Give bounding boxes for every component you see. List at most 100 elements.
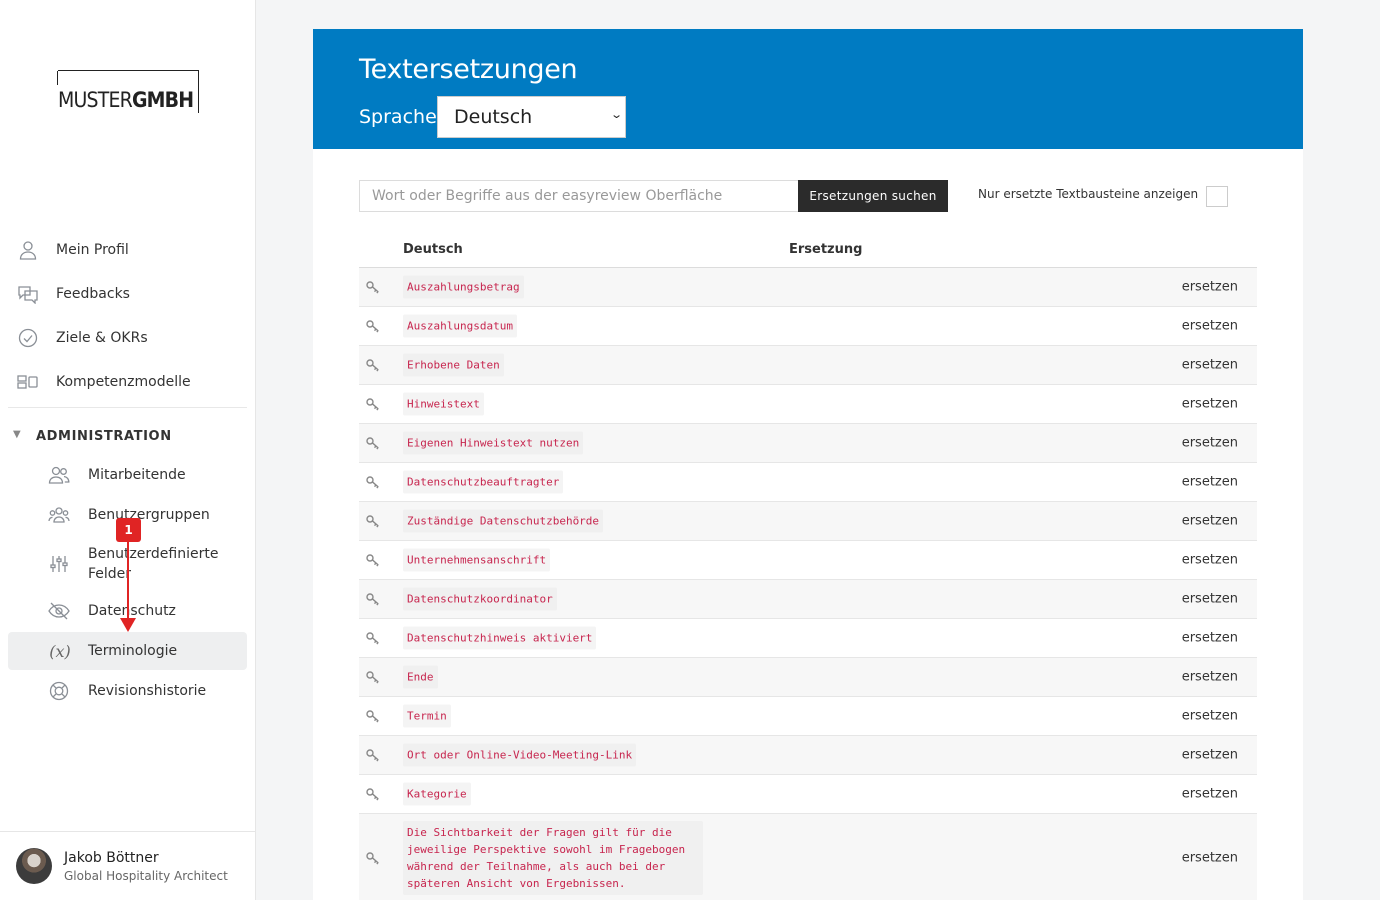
only-replaced-checkbox[interactable] — [1206, 186, 1228, 207]
triangle-down-icon: ▼ — [13, 429, 22, 440]
key-icon — [365, 630, 381, 646]
term-text: Zuständige Datenschutzbehörde — [403, 509, 604, 533]
key-icon — [365, 669, 381, 685]
table-row: Datenschutzhinweis aktiviert ersetzen — [359, 619, 1257, 658]
replace-link[interactable]: ersetzen — [1182, 475, 1238, 490]
column-header-ersetzung: Ersetzung — [789, 242, 863, 257]
lifebuoy-icon — [48, 680, 70, 702]
key-icon — [365, 552, 381, 568]
user-profile[interactable]: Jakob Böttner Global Hospitality Archite… — [0, 831, 255, 900]
key-icon — [365, 786, 381, 802]
term-text: Hinweistext — [403, 392, 484, 416]
page-title: Textersetzungen — [359, 54, 578, 85]
key-icon — [365, 279, 381, 295]
nav-terminologie[interactable]: (x) Terminologie — [8, 632, 247, 670]
term-text: Die Sichtbarkeit der Fragen gilt für die… — [403, 820, 703, 895]
table-row: Datenschutzbeauftragter ersetzen — [359, 463, 1257, 502]
replace-link[interactable]: ersetzen — [1182, 709, 1238, 724]
blocks-icon — [17, 371, 39, 393]
only-replaced-label: Nur ersetzte Textbausteine anzeigen — [978, 187, 1199, 201]
table-row: Die Sichtbarkeit der Fragen gilt für die… — [359, 814, 1257, 900]
check-circle-icon — [17, 327, 39, 349]
replace-link[interactable]: ersetzen — [1182, 397, 1238, 412]
replace-link[interactable]: ersetzen — [1182, 592, 1238, 607]
nav-divider — [8, 407, 247, 408]
term-text: Erhobene Daten — [403, 353, 504, 377]
term-text: Termin — [403, 704, 451, 728]
language-select-value: Deutsch — [454, 106, 533, 128]
key-icon — [365, 708, 381, 724]
language-select[interactable]: Deutsch ⌄ — [437, 96, 626, 138]
key-icon — [365, 850, 381, 866]
column-header-deutsch: Deutsch — [403, 242, 463, 257]
nav-label: Ziele & OKRs — [56, 330, 148, 346]
text-replacements-panel: Textersetzungen Sprache: Deutsch ⌄ Wort … — [313, 29, 1303, 900]
nav-label: Mein Profil — [56, 242, 129, 258]
term-text: Kategorie — [403, 782, 471, 806]
nav-label: Benutzergruppen — [88, 507, 210, 523]
nav-feedbacks[interactable]: Feedbacks — [8, 275, 247, 313]
replace-link[interactable]: ersetzen — [1182, 670, 1238, 685]
replace-link[interactable]: ersetzen — [1182, 280, 1238, 295]
nav-label: Terminologie — [88, 643, 178, 659]
key-icon — [365, 747, 381, 763]
term-text: Auszahlungsbetrag — [403, 275, 524, 299]
replace-link[interactable]: ersetzen — [1182, 358, 1238, 373]
key-icon — [365, 591, 381, 607]
annotation-arrow-head — [120, 618, 136, 632]
company-logo[interactable]: MUSTERGMBH — [57, 70, 199, 113]
term-text: Datenschutzbeauftragter — [403, 470, 564, 494]
replace-link[interactable]: ersetzen — [1182, 748, 1238, 763]
table-row: Kategorie ersetzen — [359, 775, 1257, 814]
key-icon — [365, 396, 381, 412]
search-button[interactable]: Ersetzungen suchen — [798, 180, 948, 212]
term-text: Auszahlungsdatum — [403, 314, 517, 338]
replace-link[interactable]: ersetzen — [1182, 631, 1238, 646]
replace-link[interactable]: ersetzen — [1182, 787, 1238, 802]
panel-header: Textersetzungen Sprache: Deutsch ⌄ — [313, 29, 1303, 149]
nav-kompetenzmodelle[interactable]: Kompetenzmodelle — [8, 363, 247, 401]
table-row: Ende ersetzen — [359, 658, 1257, 697]
user-name: Jakob Böttner — [64, 850, 159, 866]
table-row: Erhobene Daten ersetzen — [359, 346, 1257, 385]
administration-section-toggle[interactable]: ▼ ADMINISTRATION — [8, 428, 247, 448]
replace-link[interactable]: ersetzen — [1182, 514, 1238, 529]
table-row: Auszahlungsdatum ersetzen — [359, 307, 1257, 346]
replace-link[interactable]: ersetzen — [1182, 553, 1238, 568]
annotation-arrow-line — [127, 542, 129, 620]
table-row: Ort oder Online-Video-Meeting-Link ersetz… — [359, 736, 1257, 775]
user-icon — [17, 239, 39, 261]
nav-label: Benutzerdefinierte Felder — [88, 546, 219, 582]
term-text: Ende — [403, 665, 438, 689]
nav-label: Mitarbeitende — [88, 467, 186, 483]
nav-revisionshistorie[interactable]: Revisionshistorie — [8, 672, 247, 710]
replace-link[interactable]: ersetzen — [1182, 436, 1238, 451]
table-row: Termin ersetzen — [359, 697, 1257, 736]
nav-label: Revisionshistorie — [88, 683, 207, 699]
key-icon — [365, 318, 381, 334]
term-text: Ort oder Online-Video-Meeting-Link — [403, 743, 637, 767]
replace-link[interactable]: ersetzen — [1182, 319, 1238, 334]
terminology-table: Auszahlungsbetrag ersetzen Auszahlungsdatu… — [359, 267, 1257, 900]
key-icon — [365, 513, 381, 529]
replace-link[interactable]: ersetzen — [1182, 850, 1238, 865]
nav-mitarbeitende[interactable]: Mitarbeitende — [8, 456, 247, 494]
table-row: Hinweistext ersetzen — [359, 385, 1257, 424]
variable-icon: (x) — [49, 641, 71, 661]
chat-icon — [17, 283, 39, 305]
section-title: ADMINISTRATION — [36, 429, 172, 444]
language-label: Sprache: — [359, 106, 444, 128]
avatar — [16, 848, 52, 884]
group-icon — [48, 504, 70, 526]
search-input[interactable]: Wort oder Begriffe aus der easyreview Ob… — [359, 180, 799, 212]
logo-text: MUSTERGMBH — [58, 88, 198, 112]
nav-mein-profil[interactable]: Mein Profil — [8, 231, 247, 269]
key-icon — [365, 357, 381, 373]
table-row: Datenschutzkoordinator ersetzen — [359, 580, 1257, 619]
nav-ziele-okrs[interactable]: Ziele & OKRs — [8, 319, 247, 357]
eye-off-icon — [48, 600, 70, 622]
nav-label: Kompetenzmodelle — [56, 374, 191, 390]
key-icon — [365, 435, 381, 451]
user-role: Global Hospitality Architect — [64, 869, 228, 883]
table-row: Unternehmensanschrift ersetzen — [359, 541, 1257, 580]
